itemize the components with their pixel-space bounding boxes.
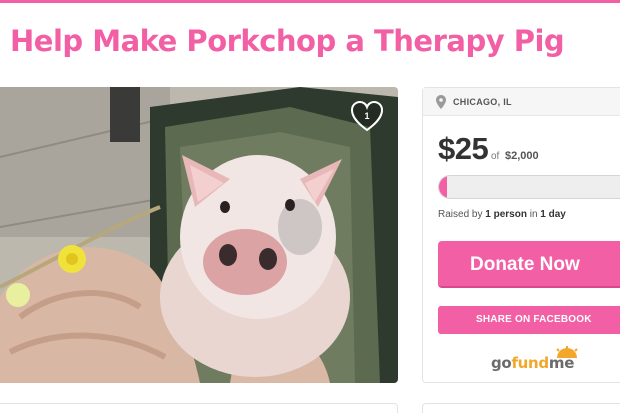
progress-bar [438, 175, 620, 199]
raised-by-text: Raised by 1 person in 1 day [438, 209, 566, 220]
amount-raised: $25 [438, 131, 489, 166]
pig-photo-illustration [0, 87, 398, 383]
logo-part-me: me [548, 354, 575, 372]
goal-amount: $2,000 [505, 150, 539, 162]
gofundme-logo[interactable]: gofundme [491, 346, 591, 376]
logo-part-fund: fund [511, 354, 549, 372]
campaign-duration: 1 day [540, 209, 566, 220]
campaign-photo [0, 87, 398, 383]
logo-part-go: go [491, 354, 512, 372]
location-pin-icon [436, 95, 446, 109]
donate-now-button[interactable]: Donate Now [438, 241, 620, 288]
campaign-title: Help Make Porkchop a Therapy Pig [10, 24, 565, 58]
share-facebook-button[interactable]: SHARE ON FACEBOOK [438, 306, 620, 334]
donor-count: 1 person [485, 209, 527, 220]
location-bar: CHICAGO, IL [423, 88, 620, 116]
raised-by-prefix: Raised by [438, 209, 483, 220]
goal-prefix: of [491, 151, 500, 162]
raised-by-mid: in [529, 209, 538, 220]
location-text: CHICAGO, IL [453, 97, 512, 107]
progress-fill [439, 176, 447, 198]
lower-sidebar-card [422, 403, 620, 413]
top-accent-rule [0, 0, 620, 3]
like-count: 1 [364, 111, 370, 121]
lower-content-card [0, 403, 398, 413]
donation-card: CHICAGO, IL $25 of $2,000 Raised by 1 pe… [422, 87, 620, 383]
like-heart-button[interactable]: 1 [350, 100, 384, 134]
gofundme-wordmark: gofundme [491, 354, 574, 372]
